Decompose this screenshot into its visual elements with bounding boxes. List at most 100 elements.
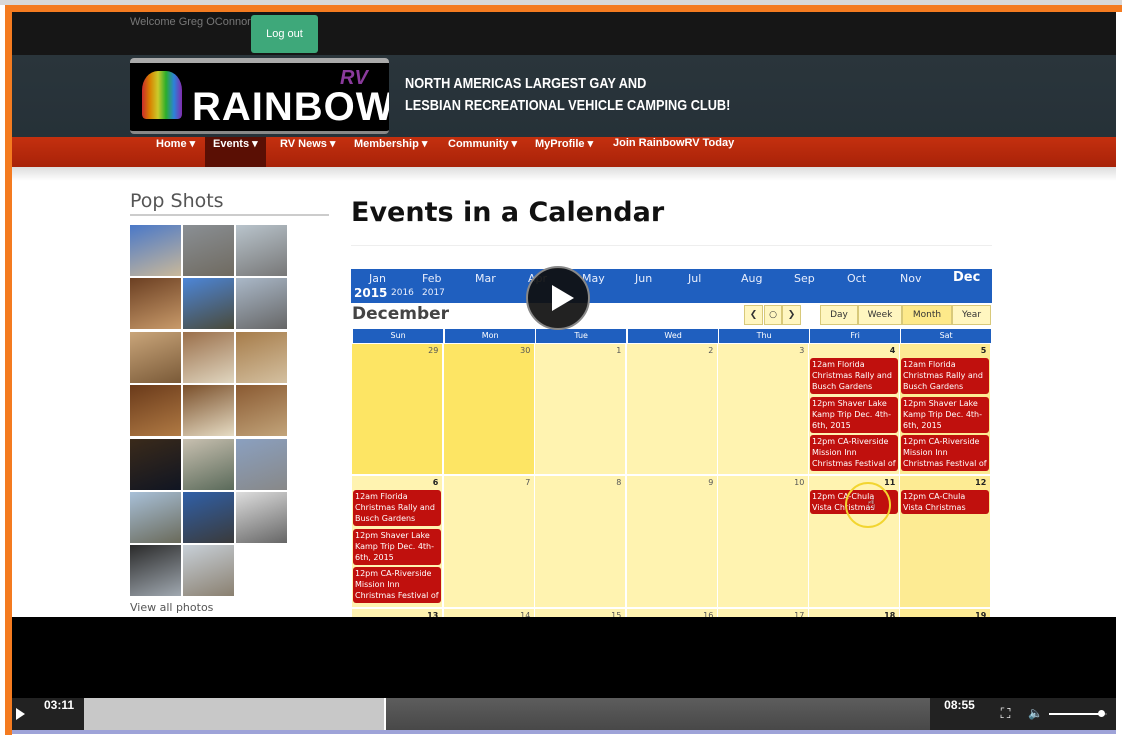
photo-thumbnail[interactable]: [236, 225, 287, 276]
calendar-day[interactable]: 29: [352, 344, 444, 475]
photo-thumbnail[interactable]: [236, 438, 287, 490]
photo-thumbnail[interactable]: [183, 385, 234, 437]
nav-item[interactable]: Membership ▾: [346, 137, 435, 167]
nav-item[interactable]: MyProfile ▾: [527, 137, 601, 167]
calendar-day[interactable]: 15: [535, 609, 627, 617]
view-month-button[interactable]: Month: [902, 305, 952, 325]
month-link[interactable]: Sep: [794, 272, 815, 285]
calendar-day[interactable]: 16: [627, 609, 719, 617]
video-player[interactable]: Welcome Greg OConnor, Log out RAINBOW RV…: [12, 12, 1116, 730]
day-number: 3: [799, 346, 805, 355]
volume-level: [1049, 713, 1102, 715]
calendar-day[interactable]: 2: [627, 344, 719, 475]
prev-month-button[interactable]: ❮: [744, 305, 763, 325]
weekday-fri: Fri: [810, 329, 901, 343]
photo-thumbnail[interactable]: [183, 278, 234, 330]
calendar-day[interactable]: 17: [718, 609, 810, 617]
calendar-day[interactable]: 30: [444, 344, 536, 475]
month-link[interactable]: Jun: [635, 272, 652, 285]
photo-thumbnail[interactable]: [183, 438, 234, 490]
day-number: 17: [794, 611, 805, 617]
volume-knob[interactable]: [1098, 710, 1106, 717]
photo-thumbnail[interactable]: [130, 331, 181, 383]
month-link[interactable]: Oct: [847, 272, 866, 285]
calendar-day[interactable]: 6 12am Florida Christmas Rally and Busch …: [352, 476, 444, 608]
month-link[interactable]: Dec: [953, 270, 980, 285]
logout-button[interactable]: Log out: [251, 15, 318, 53]
day-number: 16: [703, 611, 714, 617]
calendar-day[interactable]: 18: [809, 609, 901, 617]
logo-rv: RV: [340, 67, 368, 89]
month-link[interactable]: Jan: [369, 272, 386, 285]
calendar-day[interactable]: 10: [718, 476, 810, 608]
month-link[interactable]: Nov: [900, 272, 921, 285]
calendar-day[interactable]: 8: [535, 476, 627, 608]
calendar-event[interactable]: 12pm CA-Chula Vista Christmas 2015: [901, 490, 990, 514]
today-button[interactable]: ○: [764, 305, 782, 325]
weekday-header: Sun Mon Tue Wed Thu Fri Sat: [352, 329, 992, 343]
nav-item[interactable]: Community ▾: [440, 137, 525, 167]
nav-item[interactable]: Home ▾: [148, 137, 203, 167]
calendar-event[interactable]: 12am Florida Christmas Rally and Busch G…: [353, 490, 442, 526]
rainbow-rv-logo[interactable]: RAINBOW RV: [130, 58, 389, 134]
calendar-day[interactable]: 4 12am Florida Christmas Rally and Busch …: [809, 344, 901, 475]
next-month-button[interactable]: ❯: [782, 305, 801, 325]
calendar-day[interactable]: 13: [352, 609, 444, 617]
volume-slider[interactable]: [1049, 710, 1107, 717]
photo-thumbnail[interactable]: [183, 225, 234, 276]
day-number: 6: [432, 478, 439, 487]
calendar-day[interactable]: 9: [627, 476, 719, 608]
calendar-event[interactable]: 12am Florida Christmas Rally and Busch G…: [901, 358, 990, 394]
view-year-button[interactable]: Year: [952, 305, 991, 325]
photo-thumbnail[interactable]: [130, 545, 181, 597]
nav-item[interactable]: Events ▾: [205, 137, 266, 167]
view-week-button[interactable]: Week: [858, 305, 902, 325]
photo-thumbnail[interactable]: [236, 385, 287, 437]
photo-thumbnail[interactable]: [130, 385, 181, 437]
calendar-event[interactable]: 12pm CA-Riverside Mission Inn Christmas …: [353, 567, 442, 603]
photo-thumbnail[interactable]: [236, 492, 287, 543]
photo-thumbnail[interactable]: [130, 278, 181, 330]
calendar-day[interactable]: 7: [444, 476, 536, 608]
photo-thumbnail[interactable]: [236, 331, 287, 383]
month-link[interactable]: Jul: [688, 272, 701, 285]
photo-thumbnail[interactable]: [236, 278, 287, 330]
year-link[interactable]: 2016: [391, 288, 414, 298]
year-link[interactable]: 2017: [422, 288, 445, 298]
day-number: 8: [616, 478, 622, 487]
calendar-day[interactable]: 3: [718, 344, 810, 475]
month-link[interactable]: Aug: [741, 272, 762, 285]
calendar-day[interactable]: 12 12pm CA-Chula Vista Christmas 2015: [900, 476, 992, 608]
photo-thumbnail[interactable]: [130, 492, 181, 543]
volume-control[interactable]: 🔈: [1022, 698, 1116, 730]
photo-thumbnail[interactable]: [130, 438, 181, 490]
nav-item[interactable]: Join RainbowRV Today: [605, 137, 742, 167]
view-day-button[interactable]: Day: [820, 305, 858, 325]
photo-thumbnail[interactable]: [130, 225, 181, 276]
photo-thumbnail[interactable]: [183, 545, 234, 597]
calendar-day[interactable]: 5 12am Florida Christmas Rally and Busch …: [900, 344, 992, 475]
calendar-event[interactable]: 12pm Shaver Lake Kamp Trip Dec. 4th-6th,…: [353, 528, 442, 565]
nav-item[interactable]: RV News ▾: [272, 137, 343, 167]
calendar-event[interactable]: 12pm CA-Riverside Mission Inn Christmas …: [810, 435, 899, 471]
photo-thumbnail[interactable]: [183, 331, 234, 383]
calendar-event[interactable]: 12pm Shaver Lake Kamp Trip Dec. 4th-6th,…: [901, 396, 990, 433]
seek-bar[interactable]: [84, 698, 930, 730]
day-number: 12: [975, 478, 987, 487]
view-all-photos-link[interactable]: View all photos: [130, 601, 213, 615]
year-link[interactable]: 2015: [354, 286, 387, 300]
photo-thumbnail[interactable]: [183, 492, 234, 543]
calendar-day[interactable]: 19: [900, 609, 992, 617]
volume-icon[interactable]: 🔈: [1028, 706, 1043, 720]
calendar-event[interactable]: 12am Florida Christmas Rally and Busch G…: [810, 358, 899, 394]
calendar-event[interactable]: 12pm Shaver Lake Kamp Trip Dec. 4th-6th,…: [810, 396, 899, 433]
month-link[interactable]: Mar: [475, 272, 496, 285]
calendar-event[interactable]: 12pm CA-Riverside Mission Inn Christmas …: [901, 435, 990, 471]
calendar-day[interactable]: 14: [444, 609, 536, 617]
month-link[interactable]: Feb: [422, 272, 441, 285]
big-play-icon[interactable]: [526, 266, 590, 330]
day-number: 7: [525, 478, 531, 487]
calendar-day[interactable]: 1: [535, 344, 627, 475]
fullscreen-icon[interactable]: ⛶: [989, 698, 1022, 730]
play-icon[interactable]: [12, 698, 34, 730]
